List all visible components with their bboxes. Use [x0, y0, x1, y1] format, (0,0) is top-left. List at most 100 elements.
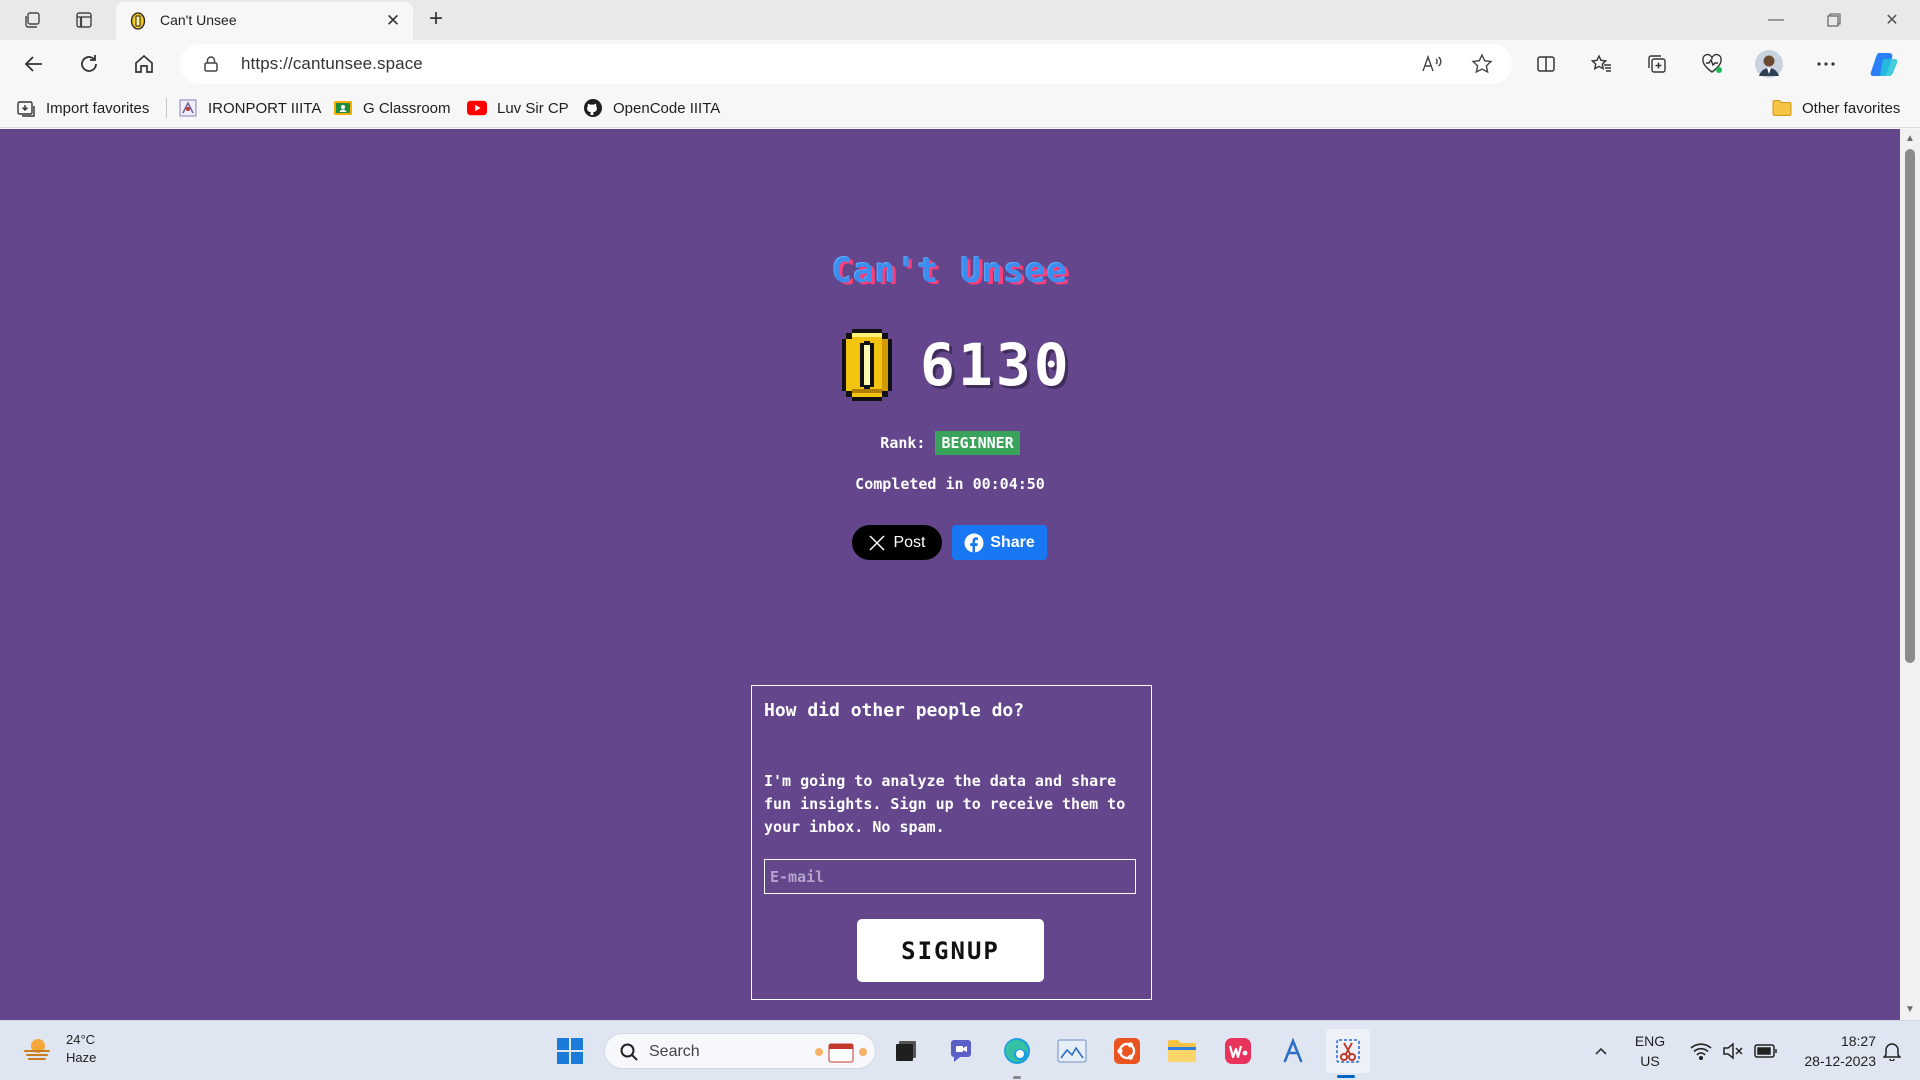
signup-button[interactable]: SIGNUP	[857, 919, 1044, 982]
tab-actions-button[interactable]	[64, 4, 104, 36]
tab-active[interactable]: Can't Unsee ✕	[116, 2, 413, 40]
translator-app[interactable]	[1271, 1029, 1315, 1073]
wps-icon	[1225, 1038, 1251, 1064]
snipping-tool-app[interactable]	[1326, 1029, 1370, 1073]
facebook-share-button[interactable]: Share	[952, 525, 1047, 560]
wps-office-app[interactable]	[1216, 1029, 1260, 1073]
copilot-button[interactable]	[1866, 46, 1902, 82]
rank-badge: BEGINNER	[935, 431, 1020, 455]
favorite-label: Luv Sir CP	[497, 99, 569, 117]
favorite-label: Import favorites	[46, 99, 150, 117]
favorite-star-button[interactable]	[1470, 52, 1494, 76]
favorite-import[interactable]: Import favorites	[16, 96, 149, 120]
region-code: US	[1640, 1053, 1660, 1069]
folder-icon	[1168, 1040, 1196, 1062]
signup-heading: How did other people do?	[764, 700, 1025, 721]
url-text[interactable]: https://cantunsee.space	[241, 54, 423, 74]
notifications-button[interactable]	[1874, 1021, 1910, 1080]
x-post-button[interactable]: Post	[852, 525, 942, 560]
bell-icon	[1883, 1043, 1901, 1061]
minimize-button[interactable]: —	[1748, 0, 1804, 40]
profile-button[interactable]	[1751, 46, 1787, 82]
signup-description: I'm going to analyze the data and share …	[764, 772, 1126, 836]
show-hidden-icons-button[interactable]	[1588, 1021, 1614, 1080]
page-viewport: Can't Unsee 6130 Rank: BEGINNER Complete…	[0, 129, 1900, 1020]
favorite-opencode[interactable]: OpenCode IIITA	[583, 96, 720, 120]
browser-essentials-button[interactable]	[1694, 46, 1730, 82]
tab-title: Can't Unsee	[160, 12, 237, 28]
scroll-down-arrow-icon[interactable]: ▼	[1904, 1004, 1916, 1016]
settings-more-button[interactable]	[1808, 46, 1844, 82]
edge-app[interactable]	[995, 1029, 1039, 1073]
facebook-share-label: Share	[990, 533, 1035, 551]
new-tab-button[interactable]: +	[421, 5, 451, 35]
refresh-button[interactable]	[71, 46, 107, 82]
ubuntu-app[interactable]	[1105, 1029, 1149, 1073]
chevron-up-icon	[1595, 1047, 1607, 1055]
teams-chat-app[interactable]	[939, 1029, 983, 1073]
scrollbar-thumb[interactable]	[1905, 149, 1915, 663]
favorites-divider	[166, 98, 167, 118]
other-favorites-folder[interactable]: Other favorites	[1772, 96, 1900, 120]
collections-button[interactable]	[1639, 46, 1675, 82]
other-favorites-label: Other favorites	[1802, 99, 1901, 117]
x-logo-icon	[869, 534, 886, 551]
rank-row: Rank: BEGINNER	[0, 431, 1900, 455]
home-button[interactable]	[126, 46, 162, 82]
start-button[interactable]	[548, 1029, 592, 1073]
system-tray-icons[interactable]	[1684, 1021, 1784, 1080]
language-indicator[interactable]: ENG US	[1628, 1031, 1672, 1071]
task-view-button[interactable]	[884, 1029, 928, 1073]
close-tab-icon[interactable]: ✕	[383, 11, 403, 31]
favorite-label: IRONPORT IIITA	[208, 99, 322, 117]
split-screen-button[interactable]	[1528, 46, 1564, 82]
scroll-up-arrow-icon[interactable]: ▲	[1904, 133, 1916, 145]
wifi-icon	[1690, 1043, 1712, 1060]
taskbar-search[interactable]: Search	[604, 1033, 876, 1069]
photos-app[interactable]	[1050, 1029, 1094, 1073]
page-scrollbar[interactable]: ▲ ▼	[1900, 129, 1920, 1020]
favorite-classroom[interactable]: G Classroom	[333, 96, 451, 120]
edge-browser-icon	[1004, 1038, 1030, 1064]
clock-date: 28-12-2023	[1804, 1053, 1876, 1069]
workspaces-button[interactable]	[12, 4, 52, 36]
address-bar[interactable]: https://cantunsee.space	[180, 44, 1512, 84]
import-icon	[16, 98, 36, 118]
read-aloud-icon	[1422, 54, 1442, 72]
workspaces-icon	[25, 12, 40, 28]
language-code: ENG	[1634, 1033, 1666, 1049]
favorites-button[interactable]	[1584, 46, 1620, 82]
lock-icon[interactable]	[202, 55, 220, 73]
youtube-icon	[467, 98, 487, 118]
restore-button[interactable]	[1806, 0, 1862, 40]
back-button[interactable]	[16, 46, 52, 82]
coin-icon	[842, 329, 892, 401]
avatar	[1755, 50, 1783, 78]
collections-icon	[1648, 55, 1666, 73]
weather-temp: 24°C	[66, 1032, 96, 1047]
weather-haze-icon	[24, 1039, 50, 1060]
weather-condition: Haze	[66, 1050, 97, 1065]
star-icon	[1471, 53, 1493, 74]
heart-pulse-icon	[1702, 53, 1722, 73]
system-clock[interactable]: 18:27 28-12-2023	[1780, 1031, 1876, 1071]
chat-icon	[951, 1040, 971, 1062]
ubuntu-icon	[1114, 1038, 1140, 1064]
search-label: Search	[649, 1043, 700, 1060]
share-buttons: Post Share	[852, 525, 1047, 560]
email-field[interactable]	[764, 859, 1136, 894]
taskbar: 24°C Haze Search ENG US 18:27 28-12-2023	[0, 1020, 1920, 1080]
file-explorer-app[interactable]	[1160, 1029, 1204, 1073]
close-window-button[interactable]: ✕	[1864, 0, 1920, 40]
refresh-icon	[81, 55, 97, 72]
favorite-luv-sir[interactable]: Luv Sir CP	[467, 96, 569, 120]
weather-widget[interactable]: 24°C Haze	[22, 1031, 96, 1067]
read-aloud-button[interactable]	[1420, 52, 1444, 76]
tab-strip: Can't Unsee ✕ + — ✕	[0, 0, 1920, 40]
folder-icon	[1772, 98, 1792, 118]
vertical-tabs-icon	[76, 12, 92, 28]
favorite-ironport[interactable]: IRONPORT IIITA	[178, 96, 321, 120]
letter-a-icon	[1283, 1037, 1303, 1063]
more-dots-icon	[1817, 62, 1835, 66]
clock-time: 18:27	[1840, 1033, 1876, 1049]
